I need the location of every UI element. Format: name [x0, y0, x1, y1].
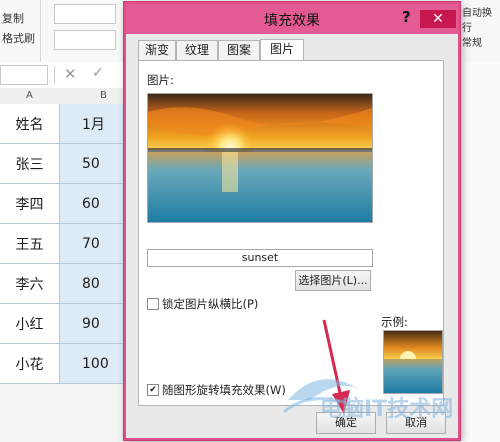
help-icon[interactable]: ? [402, 8, 411, 26]
cancel-icon[interactable]: ✕ [64, 65, 77, 83]
sunset-image [148, 94, 372, 222]
picture-name-field: sunset [147, 249, 373, 267]
sample-label: 示例: [381, 315, 408, 329]
font-name-box[interactable] [54, 4, 116, 24]
table-cell-name[interactable]: 小花 [0, 344, 60, 384]
cancel-button[interactable]: 取消 [386, 412, 446, 434]
table-cell-name[interactable]: 李四 [0, 184, 60, 224]
picture-label: 图片: [147, 73, 174, 87]
red-arrow-annotation [322, 319, 350, 414]
tab-texture[interactable]: 纹理 [176, 40, 218, 60]
copy-button[interactable]: 复制 [2, 10, 24, 26]
table-cell-name[interactable]: 张三 [0, 144, 60, 184]
column-header-a[interactable]: A [26, 90, 33, 101]
select-picture-button[interactable]: 选择图片(L)... [295, 270, 371, 291]
table-cell-name[interactable]: 姓名 [0, 104, 60, 144]
sheet-right-area [460, 62, 500, 442]
table-cell-name[interactable]: 小红 [0, 304, 60, 344]
sample-preview [383, 330, 443, 394]
font-size-box[interactable] [54, 30, 116, 50]
tab-pattern[interactable]: 图案 [218, 40, 260, 60]
number-format-box[interactable]: 常规 [462, 34, 482, 49]
ribbon-separator [40, 0, 41, 62]
formula-separator [54, 66, 55, 84]
checkmark-icon[interactable]: ✓ [92, 65, 104, 81]
fill-effects-dialog: 填充效果 ? ✕ 渐变 纹理 图案 图片 图片: sunset 选择图片(L).… [124, 2, 460, 440]
tab-picture[interactable]: 图片 [260, 39, 304, 61]
name-box[interactable] [0, 65, 48, 85]
rotate-with-shape-checkbox[interactable]: ✔ [147, 384, 159, 396]
picture-preview [147, 93, 373, 223]
wrap-text-button[interactable]: 自动换行 [462, 4, 500, 34]
rotate-with-shape-label: 随图形旋转填充效果(W) [162, 383, 286, 397]
tab-gradient[interactable]: 渐变 [138, 40, 176, 60]
table-cell-name[interactable]: 王五 [0, 224, 60, 264]
close-icon[interactable]: ✕ [420, 10, 456, 28]
picture-tab-pane: 图片: sunset 选择图片(L)... 锁定图片纵横比(P) 示例: ✔ 随… [138, 60, 444, 406]
lock-aspect-checkbox[interactable] [147, 298, 159, 310]
sample-sunset-image [384, 331, 442, 393]
table-cell-name[interactable]: 李六 [0, 264, 60, 304]
column-header-b[interactable]: B [100, 90, 107, 101]
format-painter-button[interactable]: 格式刷 [2, 30, 35, 46]
dialog-title-bar[interactable]: 填充效果 ? ✕ [126, 4, 458, 34]
lock-aspect-label: 锁定图片纵横比(P) [162, 297, 259, 311]
